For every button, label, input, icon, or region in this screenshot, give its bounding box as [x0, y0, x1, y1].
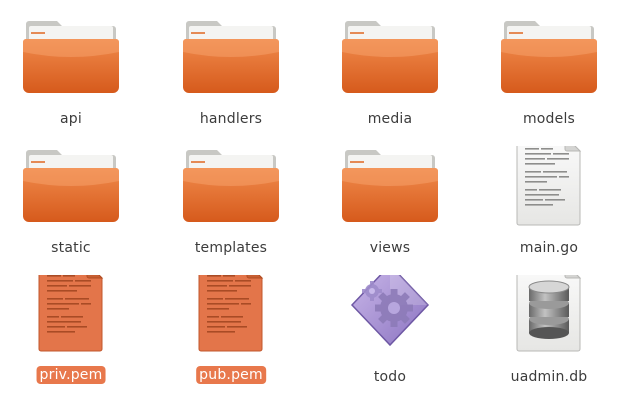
- file-item-main-go[interactable]: main.go: [484, 146, 614, 271]
- file-item-templates[interactable]: templates: [166, 146, 296, 271]
- file-item-todo[interactable]: todo: [325, 275, 455, 400]
- file-label: main.go: [519, 240, 579, 256]
- file-item-priv-pem[interactable]: priv.pem: [6, 275, 136, 400]
- file-item-models[interactable]: models: [484, 17, 614, 142]
- folder-icon: [342, 21, 438, 93]
- text-file-icon: [38, 275, 104, 352]
- file-label: handlers: [199, 111, 263, 127]
- executable-icon: [350, 275, 430, 347]
- file-label: static: [51, 240, 91, 256]
- folder-icon: [501, 21, 597, 93]
- file-label: templates: [194, 240, 268, 256]
- file-item-handlers[interactable]: handlers: [166, 17, 296, 142]
- file-label-selected: pub.pem: [196, 366, 266, 384]
- file-label: api: [60, 111, 82, 127]
- file-item-static[interactable]: static: [6, 146, 136, 271]
- text-file-icon: [198, 275, 264, 352]
- file-item-media[interactable]: media: [325, 17, 455, 142]
- file-item-uadmin-db[interactable]: uadmin.db: [484, 275, 614, 400]
- file-label: media: [367, 111, 413, 127]
- folder-icon: [23, 21, 119, 93]
- database-icon: [516, 275, 582, 352]
- folder-icon: [342, 150, 438, 222]
- file-label: views: [369, 240, 411, 256]
- file-label-selected: priv.pem: [36, 366, 106, 384]
- text-file-icon: [516, 146, 582, 226]
- file-item-views[interactable]: views: [325, 146, 455, 271]
- folder-icon: [183, 150, 279, 222]
- file-label: models: [522, 111, 576, 127]
- folder-icon: [23, 150, 119, 222]
- file-item-api[interactable]: api: [6, 17, 136, 142]
- folder-icon: [183, 21, 279, 93]
- file-item-pub-pem[interactable]: pub.pem: [166, 275, 296, 400]
- file-grid: api handlers media models static templat…: [0, 0, 621, 401]
- file-label: todo: [373, 369, 407, 385]
- file-label: uadmin.db: [510, 369, 588, 385]
